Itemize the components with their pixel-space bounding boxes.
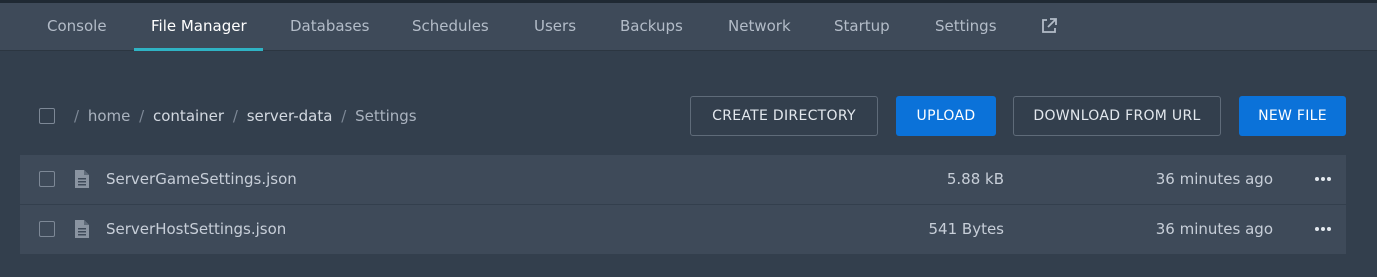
select-all-checkbox[interactable] [39, 108, 55, 124]
tab-console[interactable]: Console [47, 3, 107, 50]
more-options-icon[interactable] [1314, 174, 1332, 184]
file-text-icon [75, 220, 89, 238]
new-file-button[interactable]: NEW FILE [1239, 96, 1346, 136]
file-size: 5.88 kB [946, 170, 1004, 188]
file-select-checkbox[interactable] [39, 221, 55, 237]
tab-network[interactable]: Network [728, 3, 791, 50]
create-directory-button[interactable]: CREATE DIRECTORY [690, 96, 878, 136]
breadcrumb-item-home[interactable]: home [88, 107, 131, 125]
tab-databases[interactable]: Databases [290, 3, 369, 50]
active-tab-indicator [134, 48, 263, 51]
file-modified: 36 minutes ago [1155, 170, 1273, 188]
tab-file-manager[interactable]: File Manager [151, 3, 247, 50]
file-name[interactable]: ServerGameSettings.json [106, 155, 297, 204]
tab-backups[interactable]: Backups [620, 3, 683, 50]
more-options-icon[interactable] [1314, 224, 1332, 234]
tab-users[interactable]: Users [534, 3, 576, 50]
file-modified: 36 minutes ago [1155, 220, 1273, 238]
breadcrumb: / home / container / server-data / Setti… [74, 104, 417, 128]
upload-button[interactable]: UPLOAD [896, 96, 996, 136]
tab-schedules[interactable]: Schedules [412, 3, 489, 50]
breadcrumb-separator: / [74, 107, 80, 125]
file-text-icon [75, 170, 89, 188]
breadcrumb-separator: / [139, 107, 145, 125]
download-from-url-button[interactable]: DOWNLOAD FROM URL [1013, 96, 1221, 136]
breadcrumb-item-server-data[interactable]: server-data [247, 107, 333, 125]
file-size: 541 Bytes [928, 220, 1005, 238]
breadcrumb-separator: / [341, 107, 347, 125]
server-nav: Console File Manager Databases Schedules… [0, 3, 1377, 51]
breadcrumb-current: Settings [355, 107, 417, 125]
file-row[interactable]: ServerHostSettings.json 541 Bytes 36 min… [20, 205, 1346, 254]
breadcrumb-item-container[interactable]: container [153, 107, 224, 125]
file-select-checkbox[interactable] [39, 171, 55, 187]
external-link-icon[interactable] [1040, 17, 1058, 35]
tab-settings[interactable]: Settings [935, 3, 997, 50]
tab-startup[interactable]: Startup [834, 3, 890, 50]
file-name[interactable]: ServerHostSettings.json [106, 205, 286, 254]
file-row[interactable]: ServerGameSettings.json 5.88 kB 36 minut… [20, 155, 1346, 204]
breadcrumb-separator: / [232, 107, 238, 125]
